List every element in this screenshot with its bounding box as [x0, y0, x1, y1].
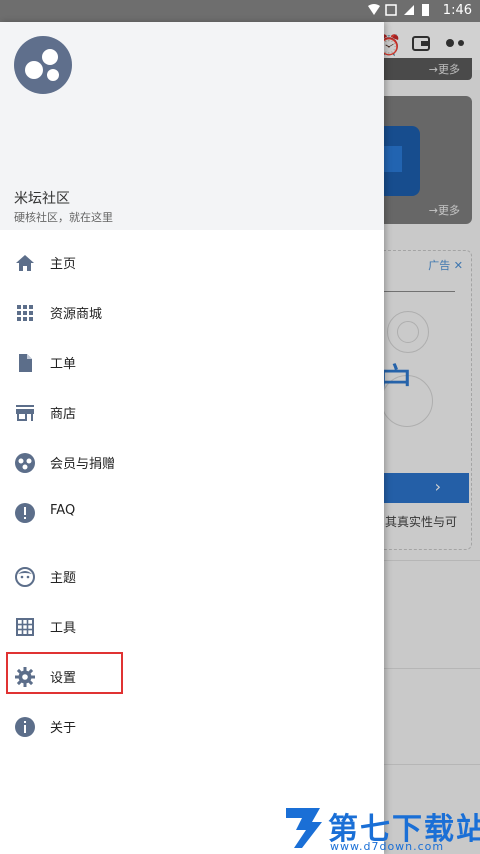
screen: ⏰ →更多 →更多 广告 ✕ 户 › 其真实性与可 1:46 米坛社区 硬核社区… — [0, 0, 480, 854]
menu-item-label: 工单 — [50, 357, 77, 372]
alert-circle-icon — [15, 503, 35, 523]
menu-item-label: 资源商城 — [50, 307, 103, 322]
menu-item-faq[interactable]: FAQ — [0, 488, 384, 538]
watermark-logo-icon — [286, 808, 322, 848]
menu-item-about[interactable]: 关于 — [0, 702, 384, 752]
table-icon — [16, 618, 34, 636]
sim-icon — [385, 4, 397, 16]
menu-item-label: 工具 — [50, 621, 77, 636]
watermark-url: www.d7down.com — [330, 840, 445, 853]
menu-item-resource-mall[interactable]: 资源商城 — [0, 288, 384, 338]
community-tagline: 硬核社区，就在这里 — [14, 211, 113, 224]
wifi-icon — [368, 4, 380, 15]
signal-icon — [404, 5, 414, 15]
battery-icon — [422, 4, 429, 16]
menu-item-store[interactable]: 商店 — [0, 388, 384, 438]
info-icon — [15, 717, 35, 737]
grid-icon — [17, 305, 33, 321]
menu-item-label: 商店 — [50, 407, 77, 422]
settings-highlight-annotation — [6, 652, 123, 694]
drawer-header: 米坛社区 硬核社区，就在这里 — [0, 22, 384, 230]
site-watermark: 第七下载站 www.d7down.com — [282, 800, 480, 854]
community-name: 米坛社区 — [14, 191, 70, 207]
document-icon — [19, 354, 32, 372]
status-time: 1:46 — [442, 3, 472, 18]
menu-item-label: 关于 — [50, 721, 77, 736]
home-icon — [16, 255, 34, 271]
menu-item-tools[interactable]: 工具 — [0, 602, 384, 652]
status-bar: 1:46 — [0, 0, 480, 22]
members-icon — [15, 453, 35, 473]
store-icon — [16, 405, 34, 421]
menu-item-home[interactable]: 主页 — [0, 238, 384, 288]
navigation-drawer: 米坛社区 硬核社区，就在这里 主页 资源商城 工单 商店 会员与捐赠 FAQ 主… — [0, 22, 384, 854]
face-icon — [15, 567, 35, 587]
menu-item-label: 主页 — [50, 257, 77, 272]
menu-item-tickets[interactable]: 工单 — [0, 338, 384, 388]
menu-item-membership-donation[interactable]: 会员与捐赠 — [0, 438, 384, 488]
menu-item-theme[interactable]: 主题 — [0, 552, 384, 602]
menu-item-label: 主题 — [50, 571, 77, 586]
status-icons — [366, 3, 436, 20]
menu-item-label: FAQ — [50, 503, 76, 518]
community-logo-icon — [14, 36, 72, 94]
menu-item-label: 会员与捐赠 — [50, 457, 116, 472]
